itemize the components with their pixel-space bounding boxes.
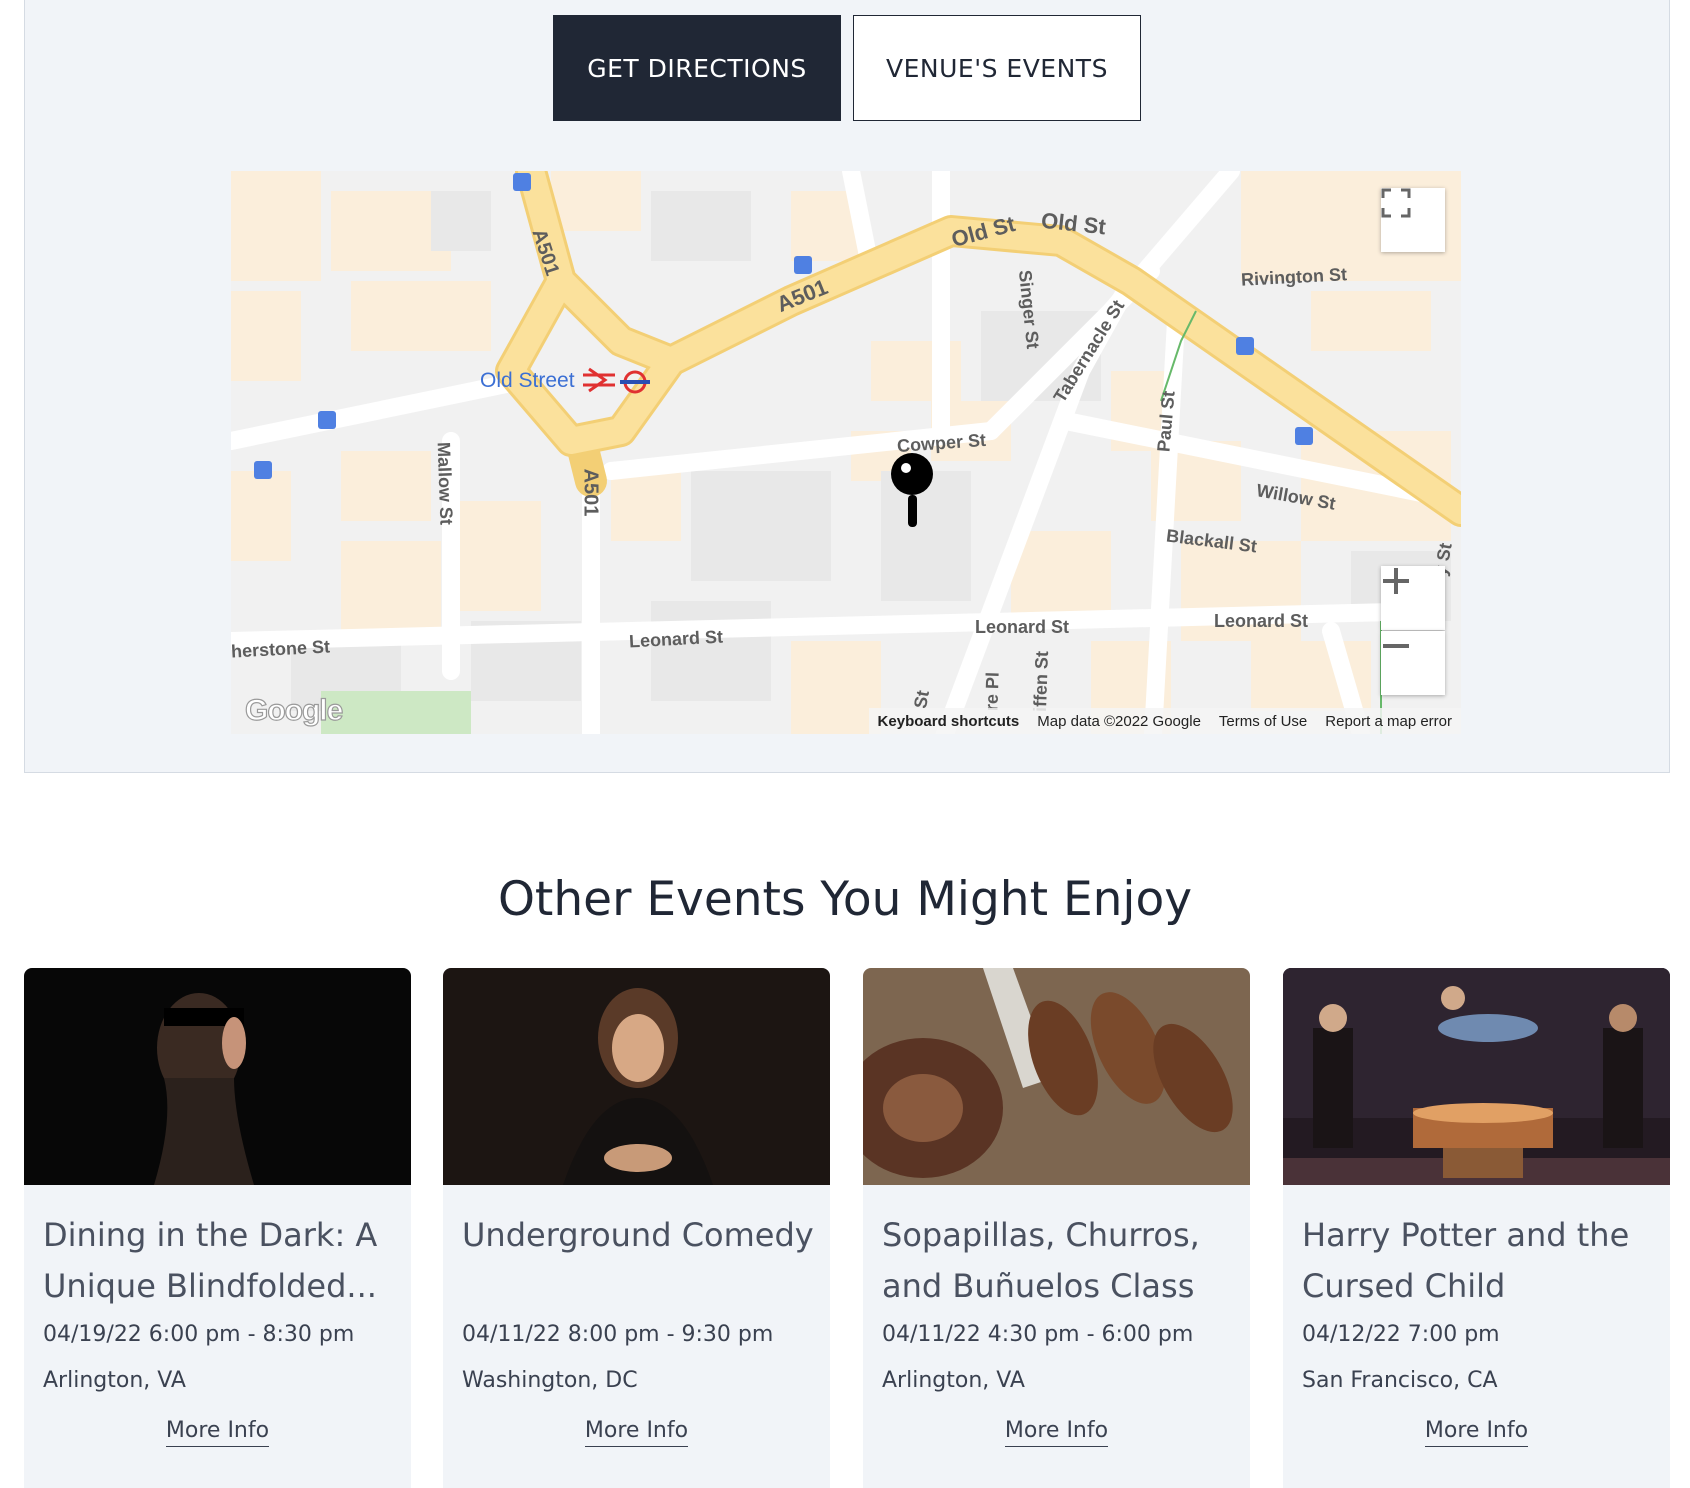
more-info-link[interactable]: More Info bbox=[1004, 1418, 1109, 1447]
event-title[interactable]: Dining in the Dark: A Unique Blindfolded… bbox=[43, 1210, 398, 1318]
bus-stop-icon bbox=[1236, 337, 1254, 355]
event-title[interactable]: Harry Potter and the Cursed Child bbox=[1302, 1210, 1657, 1318]
street-label: St bbox=[910, 688, 933, 711]
plus-icon bbox=[1383, 568, 1409, 594]
bus-stop-icon bbox=[513, 173, 531, 191]
report-error-link[interactable]: Report a map error bbox=[1316, 713, 1461, 730]
event-image bbox=[443, 968, 830, 1185]
fullscreen-icon bbox=[1381, 188, 1411, 218]
event-title[interactable]: Underground Comedy bbox=[462, 1210, 817, 1318]
more-info-link[interactable]: More Info bbox=[165, 1418, 270, 1447]
event-card[interactable]: Underground Comedy 04/11/22 8:00 pm - 9:… bbox=[443, 968, 830, 1488]
event-date: 04/11/22 4:30 pm - 6:00 pm bbox=[882, 1322, 1194, 1347]
event-date: 04/12/22 7:00 pm bbox=[1302, 1322, 1500, 1347]
street-label: iffen St bbox=[1029, 650, 1053, 713]
event-location: San Francisco, CA bbox=[1302, 1368, 1498, 1393]
street-label: A501 bbox=[579, 468, 602, 517]
map-footer: Keyboard shortcuts Map data ©2022 Google… bbox=[868, 708, 1461, 734]
event-card[interactable]: Dining in the Dark: A Unique Blindfolded… bbox=[24, 968, 411, 1488]
more-info-link[interactable]: More Info bbox=[584, 1418, 689, 1447]
terms-link[interactable]: Terms of Use bbox=[1210, 713, 1316, 730]
venue-panel: GET DIRECTIONS VENUE'S EVENTS Old St Old… bbox=[24, 0, 1670, 773]
zoom-out-button[interactable] bbox=[1381, 631, 1445, 695]
event-card[interactable]: Sopapillas, Churros, and Buñuelos Class … bbox=[863, 968, 1250, 1488]
bus-stop-icon bbox=[794, 256, 812, 274]
fullscreen-button[interactable] bbox=[1381, 188, 1445, 252]
event-location: Washington, DC bbox=[462, 1368, 638, 1393]
map[interactable]: Old St Old St A501 A501 A501 Rivington S… bbox=[231, 171, 1461, 734]
event-location: Arlington, VA bbox=[882, 1368, 1025, 1393]
event-image bbox=[1283, 968, 1670, 1185]
street-label: re Pl bbox=[981, 671, 1003, 712]
section-title: Other Events You Might Enjoy bbox=[497, 872, 1193, 927]
map-canvas bbox=[231, 171, 1461, 734]
zoom-in-button[interactable] bbox=[1381, 566, 1445, 630]
keyboard-shortcuts-link[interactable]: Keyboard shortcuts bbox=[869, 713, 1029, 730]
get-directions-button[interactable]: GET DIRECTIONS bbox=[553, 15, 841, 121]
street-label: Mallow St bbox=[433, 441, 457, 526]
bus-stop-icon bbox=[254, 461, 272, 479]
event-date: 04/19/22 6:00 pm - 8:30 pm bbox=[43, 1322, 355, 1347]
venues-events-button[interactable]: VENUE'S EVENTS bbox=[853, 15, 1141, 121]
google-logo: Google bbox=[244, 693, 344, 727]
event-card[interactable]: Harry Potter and the Cursed Child 04/12/… bbox=[1283, 968, 1670, 1488]
street-label: Leonard St bbox=[1214, 611, 1309, 631]
station-label: Old Street bbox=[480, 369, 575, 392]
more-info-link[interactable]: More Info bbox=[1424, 1418, 1529, 1447]
event-title[interactable]: Sopapillas, Churros, and Buñuelos Class bbox=[882, 1210, 1237, 1318]
event-image bbox=[24, 968, 411, 1185]
event-image bbox=[863, 968, 1250, 1185]
bus-stop-icon bbox=[318, 411, 336, 429]
bus-stop-icon bbox=[1295, 427, 1313, 445]
map-data-text: Map data ©2022 Google bbox=[1037, 712, 1201, 730]
event-date: 04/11/22 8:00 pm - 9:30 pm bbox=[462, 1322, 774, 1347]
street-label: Leonard St bbox=[975, 617, 1070, 637]
event-location: Arlington, VA bbox=[43, 1368, 186, 1393]
minus-icon bbox=[1383, 644, 1409, 648]
